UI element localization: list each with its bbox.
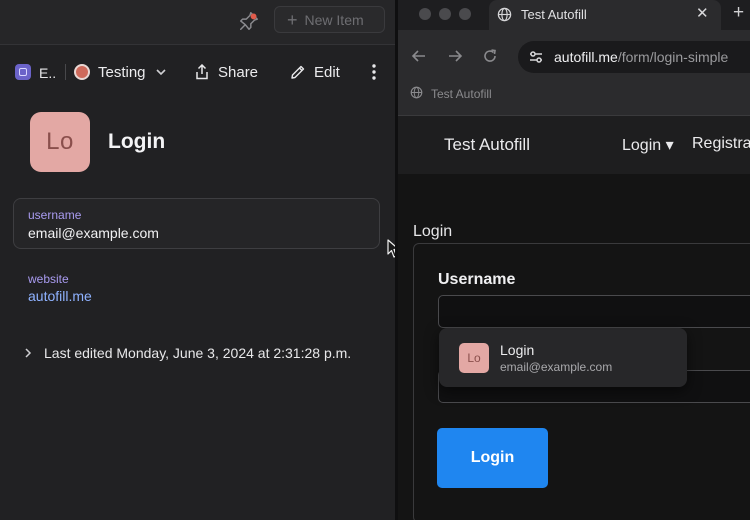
- pin-icon[interactable]: [238, 10, 260, 32]
- close-tab-icon[interactable]: ✕: [696, 6, 709, 21]
- tab-title: Test Autofill: [521, 7, 587, 22]
- browser-window: Test Autofill ✕ + autofill.me/form/login…: [398, 0, 750, 520]
- pencil-icon: [291, 65, 305, 79]
- site-settings-icon[interactable]: [528, 49, 544, 65]
- more-options-icon[interactable]: [364, 62, 384, 82]
- new-tab-button[interactable]: +: [733, 3, 744, 22]
- window-close-control[interactable]: [419, 8, 431, 20]
- globe-icon: [410, 86, 423, 99]
- username-input[interactable]: [438, 295, 750, 328]
- share-icon: [196, 64, 208, 80]
- username-field[interactable]: username email@example.com: [13, 198, 380, 249]
- toolbar-divider: [65, 64, 66, 80]
- window-minimize-control[interactable]: [439, 8, 451, 20]
- suggestion-avatar: Lo: [459, 343, 489, 373]
- tag-label[interactable]: Testing: [98, 64, 146, 81]
- site-brand[interactable]: Test Autofill: [444, 135, 530, 155]
- website-link[interactable]: autofill.me: [28, 288, 92, 304]
- last-edited-text[interactable]: Last edited Monday, June 3, 2024 at 2:31…: [44, 345, 351, 361]
- autofill-suggestion[interactable]: Lo Login email@example.com: [439, 328, 687, 387]
- forward-arrow-icon[interactable]: [447, 48, 463, 64]
- browser-tab[interactable]: Test Autofill ✕: [489, 0, 721, 30]
- vault-icon[interactable]: [15, 64, 31, 80]
- password-manager-pane: + New Item E.. Testing Share Edit Lo Log…: [0, 0, 395, 520]
- globe-icon: [497, 7, 512, 22]
- back-arrow-icon[interactable]: [411, 48, 427, 64]
- new-item-button[interactable]: + New Item: [274, 6, 385, 33]
- username-field-label: username: [28, 208, 82, 222]
- chevron-down-icon[interactable]: [155, 66, 167, 78]
- username-label: Username: [438, 271, 516, 288]
- website-field-label: website: [28, 272, 69, 286]
- tab-strip: Test Autofill ✕ +: [398, 0, 750, 30]
- plus-icon: +: [287, 9, 298, 30]
- item-avatar: Lo: [30, 112, 90, 172]
- chevron-right-icon[interactable]: [23, 348, 33, 358]
- reload-icon[interactable]: [482, 48, 498, 64]
- username-field-value[interactable]: email@example.com: [28, 225, 159, 241]
- edit-label: Edit: [314, 63, 340, 81]
- share-label: Share: [218, 63, 259, 81]
- share-button[interactable]: Share: [194, 62, 258, 82]
- suggestion-subtitle: email@example.com: [500, 360, 613, 374]
- address-bar[interactable]: autofill.me/form/login-simple: [518, 41, 750, 73]
- vault-label[interactable]: E..: [39, 65, 56, 81]
- url-path: /form/login-simple: [617, 49, 729, 65]
- url-text[interactable]: autofill.me/form/login-simple: [554, 49, 728, 65]
- url-host: autofill.me: [554, 49, 618, 65]
- tag-color-dot-icon[interactable]: [74, 64, 90, 80]
- nav-login-dropdown[interactable]: Login ▾: [622, 135, 674, 155]
- bookmark-item[interactable]: Test Autofill: [431, 87, 492, 101]
- item-toolbar: E.. Testing Share Edit: [0, 56, 395, 88]
- nav-register-link[interactable]: Registra: [692, 135, 750, 153]
- suggestion-title: Login: [500, 342, 535, 358]
- browser-toolbar: autofill.me/form/login-simple: [398, 30, 750, 82]
- edit-button[interactable]: Edit: [290, 62, 340, 82]
- form-heading: Login: [413, 223, 453, 240]
- login-submit-button[interactable]: Login: [437, 428, 548, 488]
- site-navbar: Test Autofill Login ▾ Registra: [398, 116, 750, 174]
- new-item-label: New Item: [304, 11, 364, 28]
- item-title: Login: [108, 130, 166, 153]
- item-topbar: + New Item: [0, 0, 395, 45]
- window-zoom-control[interactable]: [459, 8, 471, 20]
- mouse-cursor-icon: [387, 239, 395, 258]
